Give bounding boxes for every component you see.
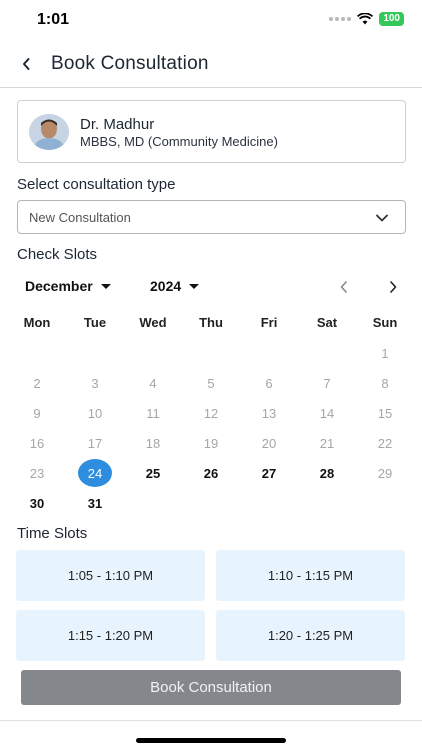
calendar-day-disabled: 13 (261, 405, 277, 421)
calendar-day-disabled: 29 (377, 465, 393, 481)
time-slot[interactable]: 1:15 - 1:20 PM (16, 610, 205, 661)
consultation-type-select[interactable]: New Consultation (17, 200, 406, 234)
calendar-day-disabled: 5 (207, 375, 215, 391)
status-time: 1:01 (37, 11, 70, 28)
weekday-label: Mon (23, 315, 51, 330)
calendar-day-disabled: 12 (203, 405, 219, 421)
consultation-type-label: Select consultation type (17, 176, 176, 193)
calendar-day-disabled: 9 (33, 405, 41, 421)
calendar-day[interactable]: 27 (240, 458, 298, 488)
calendar-day-disabled: 11 (146, 405, 160, 421)
calendar-day-disabled: 1 (381, 345, 389, 361)
caret-down-icon (100, 283, 111, 289)
status-bar: 1:01 100 (0, 0, 422, 42)
calendar-day-selected[interactable]: 24 (66, 458, 124, 488)
weekday-label: Wed (139, 315, 167, 330)
month-value: December (25, 278, 93, 294)
avatar (29, 114, 69, 150)
calendar-day-disabled: 6 (265, 375, 273, 391)
calendar-day-disabled: 14 (319, 405, 335, 421)
caret-down-icon (189, 283, 200, 289)
weekday-label: Thu (199, 315, 223, 330)
selected-day-label: 24 (78, 459, 112, 487)
calendar-day-disabled: 23 (29, 465, 45, 481)
calendar-day-disabled: 21 (319, 435, 335, 451)
weekday-label: Tue (83, 315, 107, 330)
check-slots-label: Check Slots (17, 246, 98, 263)
calendar-day[interactable]: 26 (182, 458, 240, 488)
time-slot[interactable]: 1:05 - 1:10 PM (16, 550, 205, 601)
prev-month-button[interactable] (334, 277, 354, 297)
chevron-down-icon (376, 214, 388, 222)
calendar-day[interactable]: 30 (8, 488, 66, 518)
consultation-type-value: New Consultation (29, 210, 131, 225)
doctor-card: Dr. Madhur MBBS, MD (Community Medicine) (17, 100, 406, 163)
month-dropdown[interactable]: December (25, 278, 111, 294)
doctor-name: Dr. Madhur (80, 116, 155, 133)
next-month-button[interactable] (383, 277, 403, 297)
calendar-day-disabled: 15 (377, 405, 393, 421)
calendar-day-disabled: 17 (87, 435, 103, 451)
page-title: Book Consultation (51, 53, 209, 74)
calendar-day[interactable]: 25 (124, 458, 182, 488)
signal-icon (329, 17, 352, 21)
battery-icon: 100 (379, 12, 404, 26)
time-slot[interactable]: 1:20 - 1:25 PM (216, 610, 405, 661)
book-consultation-button[interactable]: Book Consultation (21, 670, 401, 705)
calendar-day-disabled: 4 (149, 375, 157, 391)
calendar-day[interactable]: 31 (66, 488, 124, 518)
year-dropdown[interactable]: 2024 (150, 278, 200, 294)
wifi-icon (357, 13, 374, 25)
calendar-day-disabled: 18 (145, 435, 161, 451)
chevron-left-icon (23, 58, 30, 70)
calendar-day-disabled: 20 (261, 435, 277, 451)
weekday-label: Sat (316, 315, 338, 330)
time-slots-label: Time Slots (17, 525, 88, 542)
calendar-day-disabled: 2 (33, 375, 41, 391)
back-button[interactable] (14, 52, 38, 76)
year-value: 2024 (150, 278, 182, 294)
calendar-day-disabled: 19 (203, 435, 219, 451)
status-icons: 100 (329, 12, 404, 26)
calendar-day-disabled: 3 (91, 375, 99, 391)
doctor-qualification: MBBS, MD (Community Medicine) (80, 134, 278, 149)
calendar-day[interactable]: 28 (298, 458, 356, 488)
calendar-day-disabled: 16 (29, 435, 45, 451)
weekday-label: Fri (260, 315, 278, 330)
header: Book Consultation (0, 44, 422, 88)
calendar-day-disabled: 22 (377, 435, 393, 451)
time-slot[interactable]: 1:10 - 1:15 PM (216, 550, 405, 601)
weekday-label: Sun (372, 315, 398, 330)
chevron-right-icon (390, 281, 397, 293)
calendar-day-disabled: 8 (381, 375, 389, 391)
calendar-day-disabled: 10 (87, 405, 103, 421)
home-indicator (136, 738, 286, 743)
divider (0, 720, 422, 721)
chevron-left-icon (340, 281, 347, 293)
calendar-day-disabled: 7 (323, 375, 331, 391)
